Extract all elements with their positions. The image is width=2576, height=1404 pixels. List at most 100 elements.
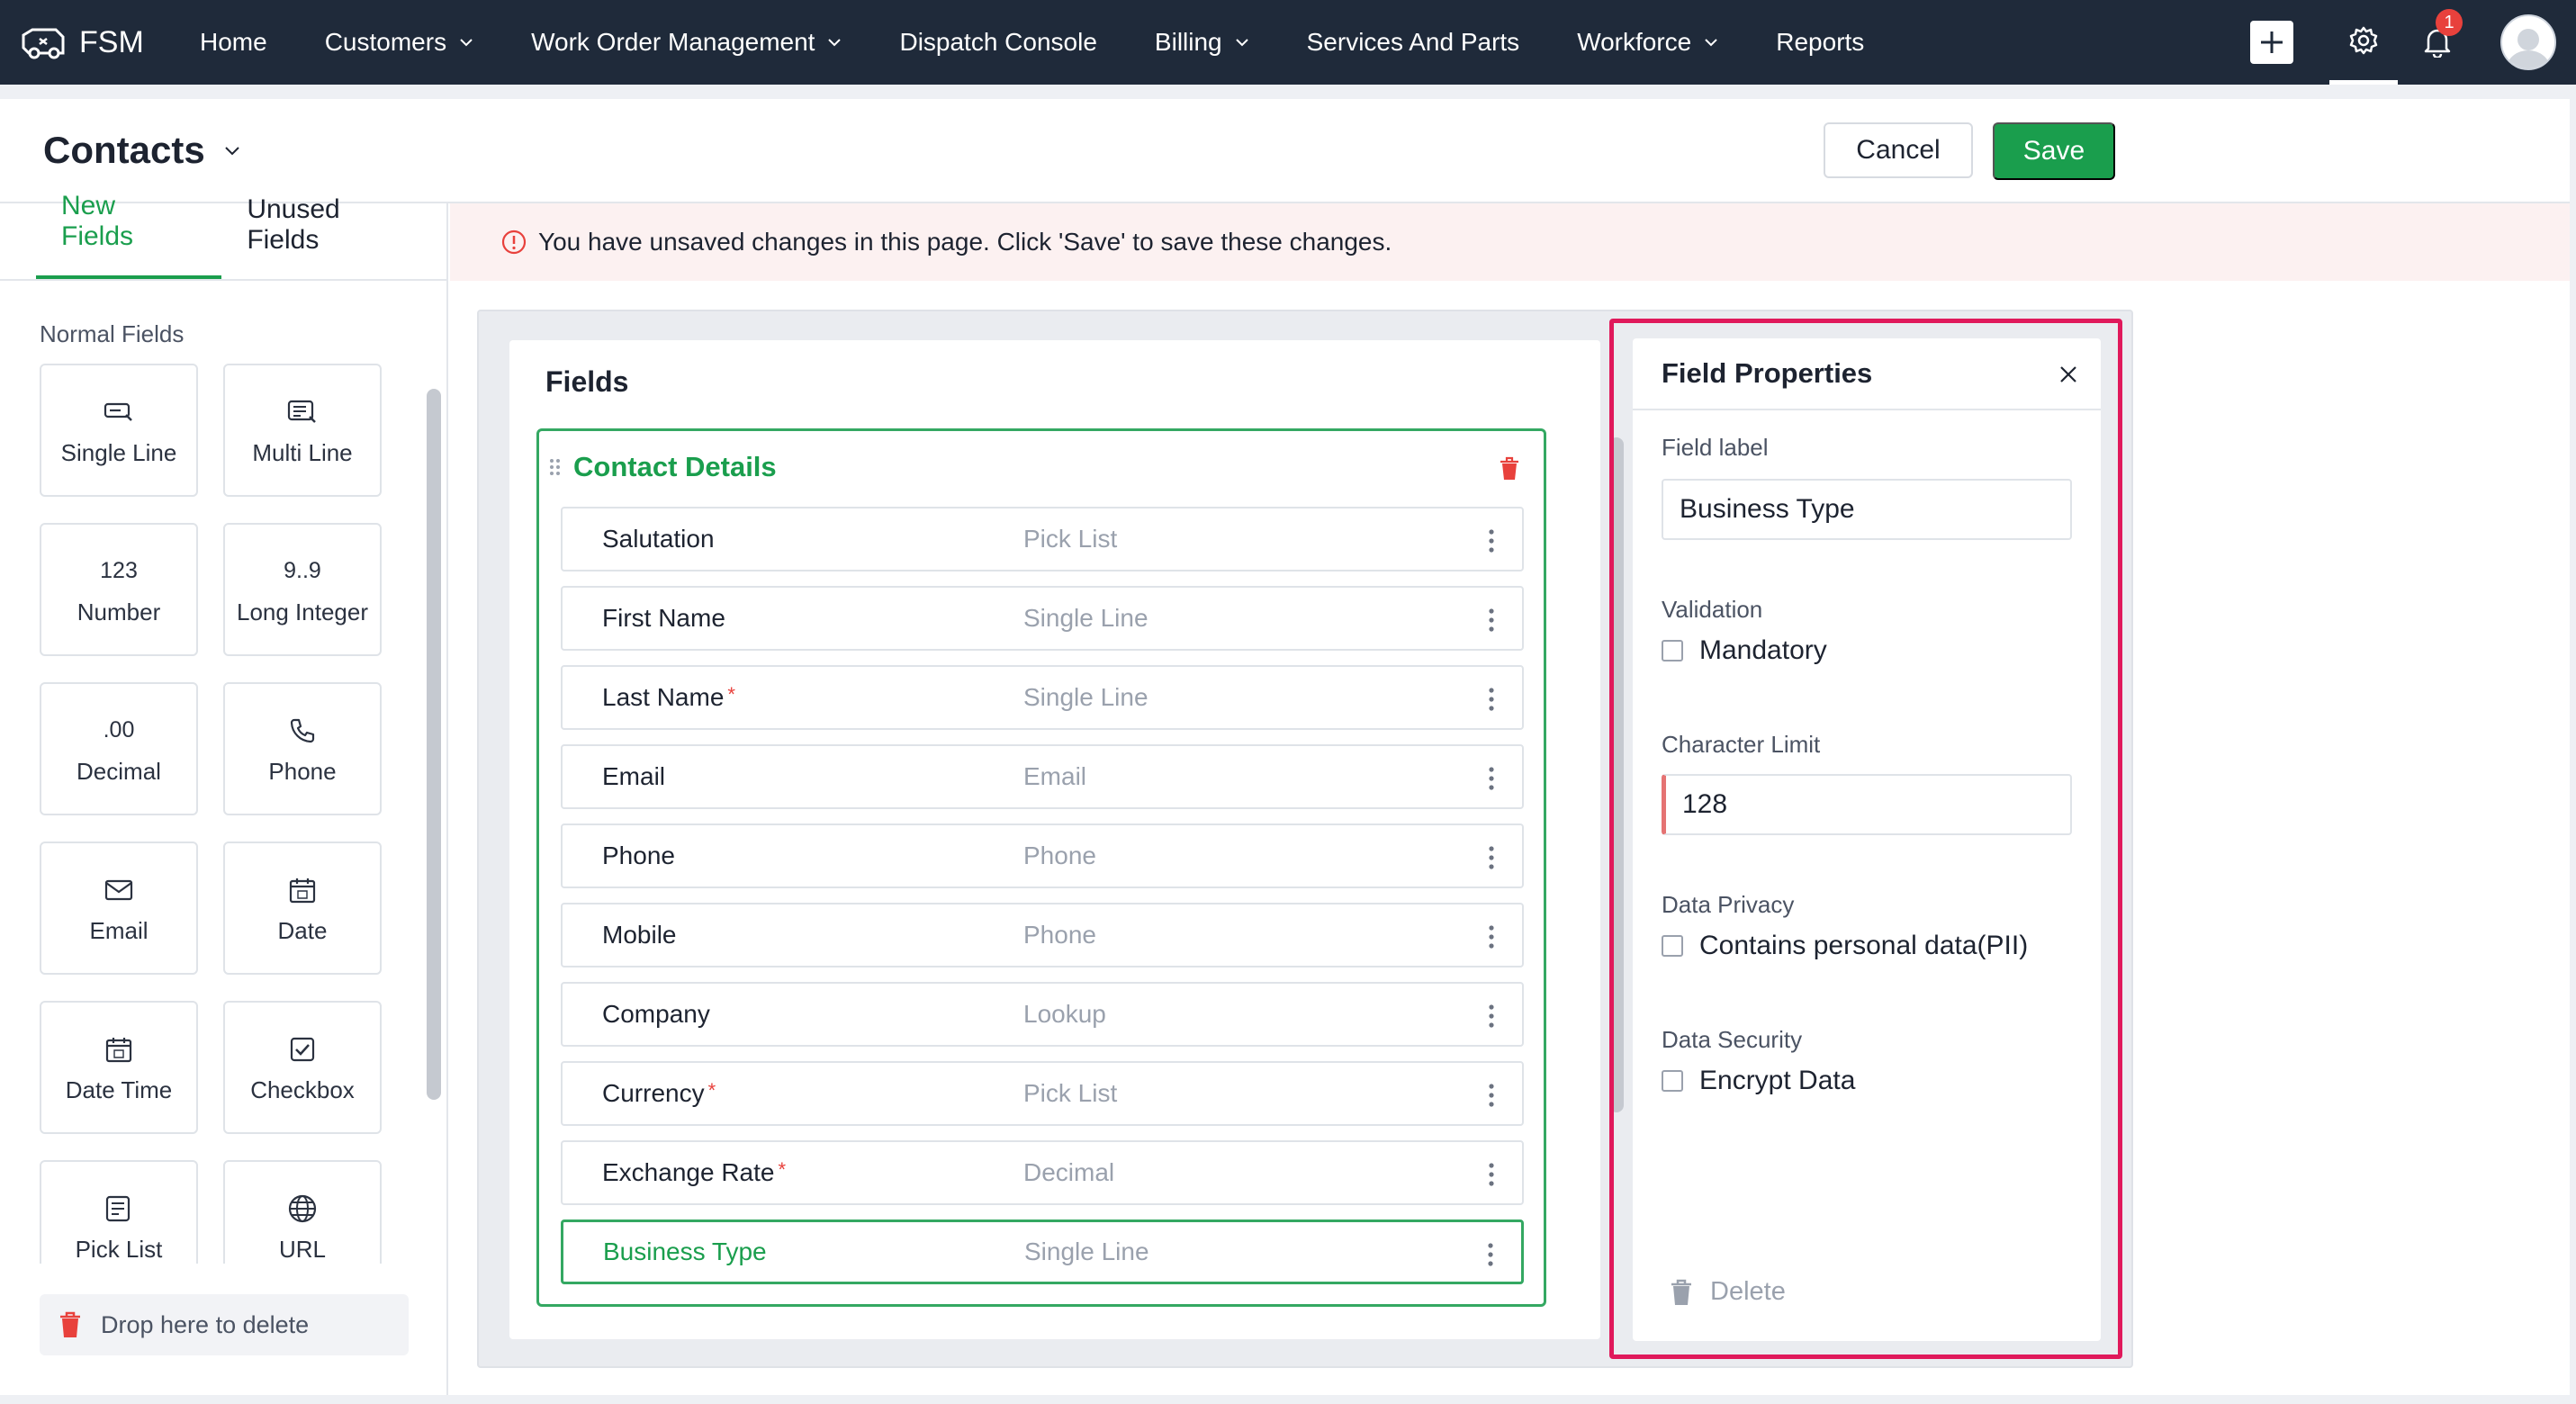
nav-item-label: Billing — [1154, 28, 1222, 56]
field-row-exchange-rate[interactable]: Exchange Rate * Decimal — [561, 1140, 1524, 1205]
field-tile-number[interactable]: 123 Number — [40, 523, 198, 656]
field-row-last-name[interactable]: Last Name * Single Line — [561, 665, 1524, 730]
more-options-icon[interactable] — [1487, 1242, 1494, 1267]
more-options-icon[interactable] — [1488, 1004, 1495, 1029]
field-tile-label: Date — [277, 916, 328, 944]
encrypt-checkbox[interactable]: Encrypt Data — [1662, 1066, 1855, 1096]
nav-item-services-and-parts[interactable]: Services And Parts — [1307, 28, 1520, 57]
required-marker: * — [707, 1079, 716, 1102]
notification-badge: 1 — [2436, 9, 2463, 36]
delete-drop-zone[interactable]: Drop here to delete — [40, 1294, 409, 1355]
field-tile-decimal[interactable]: .00 Decimal — [40, 682, 198, 815]
user-avatar-icon — [2507, 29, 2550, 68]
pii-checkbox[interactable]: Contains personal data(PII) — [1662, 931, 2028, 961]
field-row-email[interactable]: Email Email — [561, 744, 1524, 809]
data-security-caption: Data Security — [1662, 1026, 1803, 1053]
nav-item-reports[interactable]: Reports — [1776, 28, 1864, 57]
email-icon — [104, 872, 134, 908]
nav-item-workforce[interactable]: Workforce — [1577, 28, 1718, 57]
avatar[interactable] — [2500, 14, 2556, 70]
field-type: Decimal — [1023, 1158, 1115, 1186]
field-row-currency[interactable]: Currency * Pick List — [561, 1061, 1524, 1126]
page-header: Contacts Cancel Save — [0, 99, 2570, 203]
nav-item-label: Customers — [324, 28, 447, 56]
field-row-company[interactable]: Company Lookup — [561, 982, 1524, 1047]
field-tile-date[interactable]: Date — [223, 842, 382, 975]
page-title: Contacts — [43, 129, 205, 171]
nav-item-customers[interactable]: Customers — [325, 28, 473, 57]
char-limit-input[interactable]: 128 — [1662, 774, 2072, 835]
field-label-input[interactable]: Business Type — [1662, 479, 2072, 540]
field-tile-email[interactable]: Email — [40, 842, 198, 975]
date-time-icon — [104, 1031, 133, 1067]
more-options-icon[interactable] — [1488, 924, 1495, 950]
delete-field-button[interactable]: Delete — [1669, 1277, 1786, 1307]
module-selector[interactable]: Contacts — [43, 129, 241, 172]
field-tile-label: Multi Line — [252, 438, 353, 466]
field-name-text: Business Type — [603, 1238, 767, 1265]
field-tile-url[interactable]: URL — [223, 1160, 382, 1264]
settings-button[interactable] — [2329, 0, 2398, 85]
field-row-phone[interactable]: Phone Phone — [561, 824, 1524, 888]
save-button[interactable]: Save — [1993, 122, 2115, 180]
tab-new-fields[interactable]: New Fields — [36, 191, 222, 279]
field-tile-label: Single Line — [60, 438, 177, 466]
mandatory-checkbox-box[interactable] — [1662, 640, 1683, 662]
more-options-icon[interactable] — [1488, 528, 1495, 554]
nav-item-label: Home — [200, 28, 267, 56]
field-tile-long-integer[interactable]: 9..9 Long Integer — [223, 523, 382, 656]
cancel-button[interactable]: Cancel — [1824, 122, 1973, 178]
quick-create-button[interactable] — [2250, 21, 2293, 64]
field-row-first-name[interactable]: First Name Single Line — [561, 586, 1524, 651]
field-name: Salutation — [602, 525, 715, 554]
field-tile-date-time[interactable]: Date Time — [40, 1001, 198, 1134]
delete-section-icon[interactable] — [1499, 456, 1520, 482]
pii-checkbox-box[interactable] — [1662, 935, 1683, 957]
field-tile-label: Number — [77, 598, 161, 626]
more-options-icon[interactable] — [1488, 1083, 1495, 1108]
field-type: Single Line — [1023, 683, 1148, 711]
encrypt-checkbox-box[interactable] — [1662, 1070, 1683, 1092]
field-tile-checkbox[interactable]: Checkbox — [223, 1001, 382, 1134]
char-limit-caption: Character Limit — [1662, 731, 1821, 758]
tab-unused-fields[interactable]: Unused Fields — [221, 194, 446, 279]
field-row-mobile[interactable]: Mobile Phone — [561, 903, 1524, 968]
drag-handle-icon[interactable] — [546, 456, 564, 478]
close-icon[interactable] — [2058, 364, 2079, 385]
more-options-icon[interactable] — [1488, 1162, 1495, 1187]
decimal-icon: .00 — [103, 717, 135, 742]
brand[interactable]: FSM — [20, 24, 200, 60]
field-tile-label: URL — [278, 1235, 326, 1263]
more-options-icon[interactable] — [1488, 845, 1495, 870]
palette-scrollbar[interactable] — [427, 389, 441, 1100]
mandatory-label: Mandatory — [1699, 635, 1827, 665]
properties-title: Field Properties — [1662, 357, 1873, 389]
field-name: First Name — [602, 604, 725, 633]
gear-icon — [2349, 26, 2378, 54]
long-integer-icon: 9..9 — [284, 558, 321, 583]
chevron-down-icon — [1705, 39, 1717, 47]
field-tile-single-line[interactable]: Single Line — [40, 364, 198, 497]
single-line-icon — [103, 394, 135, 430]
field-name-text: Mobile — [602, 921, 677, 949]
palette-tabs: New Fields Unused Fields — [0, 191, 446, 281]
nav-item-home[interactable]: Home — [200, 28, 267, 57]
nav-item-work-order-management[interactable]: Work Order Management — [531, 28, 842, 57]
field-row-business-type[interactable]: Business Type Single Line — [561, 1220, 1524, 1284]
field-tile-pick-list[interactable]: Pick List — [40, 1160, 198, 1264]
mandatory-checkbox[interactable]: Mandatory — [1662, 635, 1827, 666]
nav-item-billing[interactable]: Billing — [1155, 28, 1249, 57]
normal-fields-label: Normal Fields — [40, 320, 185, 347]
notifications-button[interactable]: 1 — [2410, 0, 2464, 85]
field-tile-multi-line[interactable]: Multi Line — [223, 364, 382, 497]
more-options-icon[interactable] — [1488, 687, 1495, 712]
field-row-salutation[interactable]: Salutation Pick List — [561, 507, 1524, 572]
field-type: Single Line — [1024, 1238, 1149, 1265]
more-options-icon[interactable] — [1488, 608, 1495, 633]
nav-item-dispatch-console[interactable]: Dispatch Console — [899, 28, 1096, 57]
field-type: Single Line — [1023, 604, 1148, 632]
more-options-icon[interactable] — [1488, 766, 1495, 791]
contact-details-section[interactable]: Contact Details Salutation Pick List First… — [536, 428, 1546, 1307]
delete-label: Delete — [1710, 1277, 1786, 1306]
field-tile-phone[interactable]: Phone — [223, 682, 382, 815]
